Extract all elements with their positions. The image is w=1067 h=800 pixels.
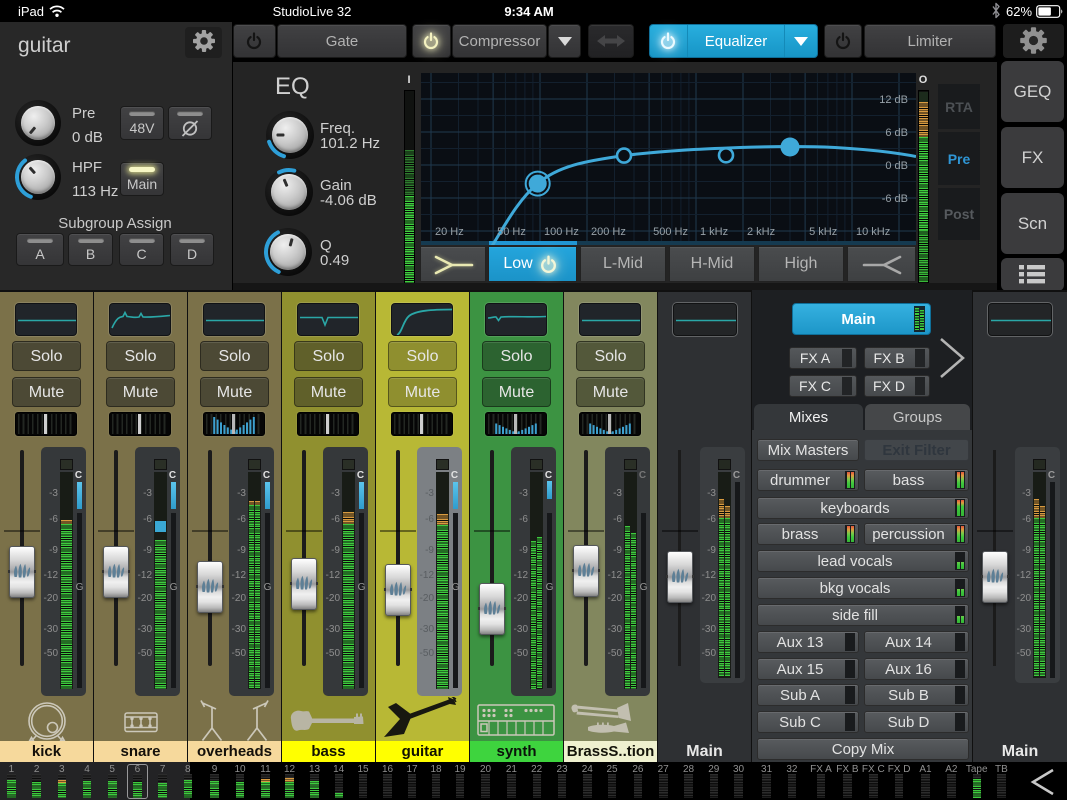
svg-text:1 kHz: 1 kHz <box>700 226 728 238</box>
svg-text:10 kHz: 10 kHz <box>856 226 890 238</box>
svg-text:200 Hz: 200 Hz <box>591 226 626 238</box>
svg-text:50 Hz: 50 Hz <box>497 226 526 238</box>
svg-text:0 dB: 0 dB <box>885 160 908 172</box>
svg-text:100 Hz: 100 Hz <box>544 226 579 238</box>
svg-text:2 kHz: 2 kHz <box>747 226 775 238</box>
svg-text:6 dB: 6 dB <box>885 127 908 139</box>
svg-text:-6 dB: -6 dB <box>882 193 908 205</box>
svg-text:20 Hz: 20 Hz <box>435 226 464 238</box>
svg-text:5 kHz: 5 kHz <box>809 226 837 238</box>
svg-text:12 dB: 12 dB <box>879 94 908 106</box>
svg-text:500 Hz: 500 Hz <box>653 226 688 238</box>
